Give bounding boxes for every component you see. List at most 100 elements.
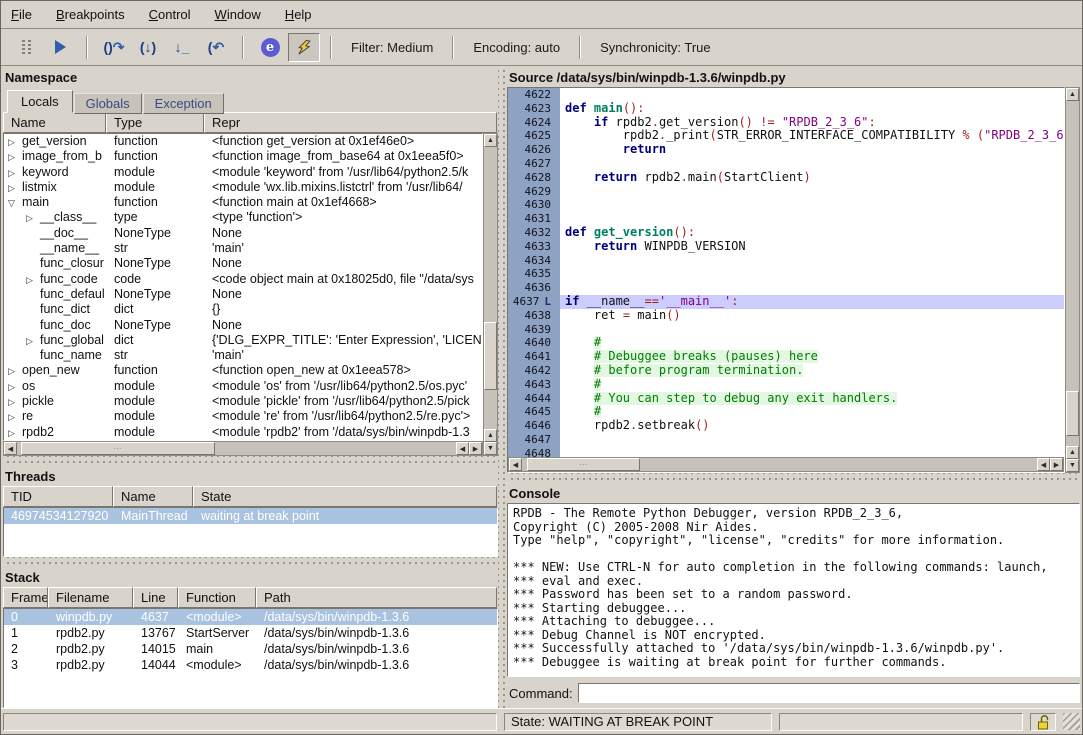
line-number[interactable]: 4622 xyxy=(508,88,560,102)
line-number[interactable]: 4637L xyxy=(508,295,560,309)
column-header-type[interactable]: Type xyxy=(106,112,204,133)
namespace-list[interactable]: ▷get_versionfunction<function get_versio… xyxy=(3,133,483,441)
table-row[interactable]: ▷__class__type<type 'function'> xyxy=(4,210,482,225)
collapsed-arrow-icon[interactable]: ▷ xyxy=(8,181,22,195)
menu-breakpoints[interactable]: Breakpoints xyxy=(56,7,125,22)
scroll-left-icon[interactable]: ◀ xyxy=(509,458,522,471)
line-number[interactable]: 4627 xyxy=(508,157,560,171)
table-row[interactable]: func_defaulNoneTypeNone xyxy=(4,287,482,302)
go-button[interactable] xyxy=(44,33,76,62)
step-return-button[interactable]: (↶ xyxy=(200,33,232,62)
scroll-left-icon[interactable]: ◀ xyxy=(1037,458,1050,471)
collapsed-arrow-icon[interactable]: ▷ xyxy=(8,380,22,394)
namespace-vscrollbar[interactable]: ▲ ▲ ▼ xyxy=(483,133,498,456)
scroll-up-icon[interactable]: ▲ xyxy=(1066,446,1079,459)
line-number[interactable]: 4648 xyxy=(508,447,560,457)
collapsed-arrow-icon[interactable]: ▷ xyxy=(26,211,40,225)
line-number[interactable]: 4635 xyxy=(508,267,560,281)
line-number[interactable]: 4645 xyxy=(508,405,560,419)
source-code-view[interactable]: 4622462346244625462646274628462946304631… xyxy=(508,88,1064,457)
collapsed-arrow-icon[interactable]: ▷ xyxy=(8,364,22,378)
table-row[interactable]: func_dictdict{} xyxy=(4,302,482,317)
splitter-namespace-threads[interactable] xyxy=(3,456,498,465)
step-into-button[interactable]: (↓) xyxy=(132,33,164,62)
scroll-up-icon[interactable]: ▲ xyxy=(484,429,497,442)
column-header-repr[interactable]: Repr xyxy=(204,112,497,133)
line-number[interactable]: 4642 xyxy=(508,364,560,378)
line-number[interactable]: 4623 xyxy=(508,102,560,116)
scroll-left-icon[interactable]: ◀ xyxy=(456,442,469,455)
stack-list[interactable]: 0winpdb.py4637<module>/data/sys/bin/winp… xyxy=(3,608,498,708)
source-vscrollbar[interactable]: ▲ ▲ ▼ xyxy=(1065,87,1080,473)
scroll-left-icon[interactable]: ◀ xyxy=(4,442,17,455)
table-row[interactable]: func_namestr'main' xyxy=(4,348,482,363)
table-row[interactable]: ▷keywordmodule<module 'keyword' from '/u… xyxy=(4,165,482,180)
table-row[interactable]: ▷func_codecode<code object main at 0x180… xyxy=(4,272,482,287)
source-hscrollbar[interactable]: ◀ ⋯ ◀ ▶ xyxy=(508,457,1064,472)
tab-locals[interactable]: Locals xyxy=(7,90,73,113)
table-row[interactable]: __doc__NoneTypeNone xyxy=(4,226,482,241)
line-number[interactable]: 4624 xyxy=(508,116,560,130)
collapsed-arrow-icon[interactable]: ▷ xyxy=(26,334,40,348)
source-gutter[interactable]: 4622462346244625462646274628462946304631… xyxy=(508,88,560,457)
column-header-line[interactable]: Line xyxy=(133,587,178,608)
step-goto-button[interactable]: ↓_ xyxy=(166,33,198,62)
collapsed-arrow-icon[interactable]: ▷ xyxy=(8,135,22,149)
line-number[interactable]: 4636 xyxy=(508,281,560,295)
line-number[interactable]: 4644 xyxy=(508,392,560,406)
table-row[interactable]: ▷picklemodule<module 'pickle' from '/usr… xyxy=(4,394,482,409)
table-row[interactable]: ▽mainfunction<function main at 0x1ef4668… xyxy=(4,195,482,210)
column-header-function[interactable]: Function xyxy=(178,587,256,608)
column-header-name[interactable]: Name xyxy=(113,486,193,507)
table-row[interactable]: 1rpdb2.py13767StartServer/data/sys/bin/w… xyxy=(4,625,497,641)
line-number[interactable]: 4633 xyxy=(508,240,560,254)
splitter-threads-stack[interactable] xyxy=(3,557,498,566)
scroll-up-icon[interactable]: ▲ xyxy=(484,134,497,147)
menu-help[interactable]: Help xyxy=(285,7,312,22)
tab-globals[interactable]: Globals xyxy=(74,93,142,114)
table-row[interactable]: ▷ xyxy=(4,440,482,441)
column-header-tid[interactable]: TID xyxy=(3,486,113,507)
encoding-button[interactable]: e xyxy=(254,33,286,62)
table-row[interactable]: ▷func_globaldict{'DLG_EXPR_TITLE': 'Ente… xyxy=(4,333,482,348)
line-number[interactable]: 4629 xyxy=(508,185,560,199)
column-header-path[interactable]: Path xyxy=(256,587,497,608)
column-header-filename[interactable]: Filename xyxy=(48,587,133,608)
table-row[interactable]: ▷rpdb2module<module 'rpdb2' from '/data/… xyxy=(4,425,482,440)
expanded-arrow-icon[interactable]: ▽ xyxy=(8,196,22,210)
table-row[interactable]: ▷listmixmodule<module 'wx.lib.mixins.lis… xyxy=(4,180,482,195)
line-number[interactable]: 4638 xyxy=(508,309,560,323)
table-row[interactable]: ▷open_newfunction<function open_new at 0… xyxy=(4,363,482,378)
line-number[interactable]: 4632 xyxy=(508,226,560,240)
line-number[interactable]: 4643 xyxy=(508,378,560,392)
line-number[interactable]: 4640 xyxy=(508,336,560,350)
collapsed-arrow-icon[interactable]: ▷ xyxy=(8,395,22,409)
tab-exception[interactable]: Exception xyxy=(143,93,224,114)
break-button[interactable] xyxy=(10,33,42,62)
table-row[interactable]: 2rpdb2.py14015main/data/sys/bin/winpdb-1… xyxy=(4,641,497,657)
line-number[interactable]: 4630 xyxy=(508,198,560,212)
scroll-up-icon[interactable]: ▲ xyxy=(1066,88,1079,101)
resize-grip[interactable] xyxy=(1063,713,1080,730)
collapsed-arrow-icon[interactable]: ▷ xyxy=(8,150,22,164)
table-row[interactable]: 0winpdb.py4637<module>/data/sys/bin/winp… xyxy=(4,609,497,625)
splitter-vertical[interactable] xyxy=(498,66,507,708)
scroll-down-icon[interactable]: ▼ xyxy=(484,442,497,455)
scroll-right-icon[interactable]: ▶ xyxy=(1050,458,1063,471)
collapsed-arrow-icon[interactable]: ▷ xyxy=(26,273,40,287)
line-number[interactable]: 4639 xyxy=(508,323,560,337)
line-number[interactable]: 4625 xyxy=(508,129,560,143)
console-output[interactable]: RPDB - The Remote Python Debugger, versi… xyxy=(507,503,1080,677)
collapsed-arrow-icon[interactable]: ▷ xyxy=(8,426,22,440)
step-over-button[interactable]: ()↷ xyxy=(98,33,130,62)
source-code[interactable]: def main(): if rpdb2.get_version() != "R… xyxy=(560,88,1064,457)
splitter-source-console[interactable] xyxy=(507,473,1080,482)
threads-list[interactable]: 46974534127920MainThreadwaiting at break… xyxy=(3,507,498,557)
table-row[interactable]: func_closurNoneTypeNone xyxy=(4,256,482,271)
synchronicity-button[interactable] xyxy=(288,33,320,62)
menu-window[interactable]: Window xyxy=(215,7,261,22)
table-row[interactable]: 46974534127920MainThreadwaiting at break… xyxy=(4,508,497,524)
scroll-right-icon[interactable]: ▶ xyxy=(469,442,482,455)
scroll-down-icon[interactable]: ▼ xyxy=(1066,459,1079,472)
column-header-name[interactable]: Name xyxy=(3,112,106,133)
